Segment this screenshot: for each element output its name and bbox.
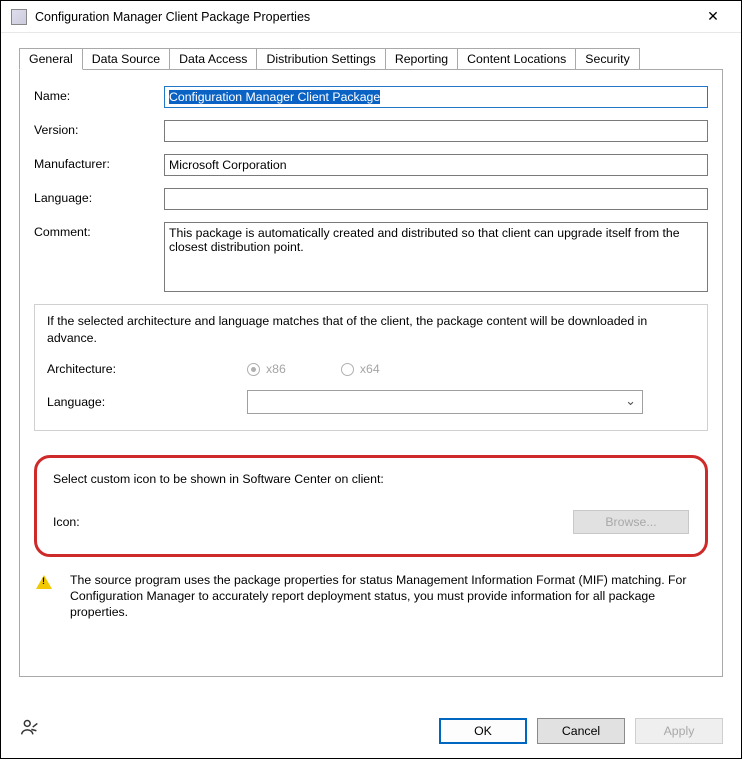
icon-label: Icon: <box>53 515 183 529</box>
tab-reporting[interactable]: Reporting <box>385 48 458 69</box>
name-label: Name: <box>34 86 164 103</box>
radio-x64: x64 <box>341 362 380 376</box>
close-button[interactable]: ✕ <box>693 3 733 31</box>
icon-section: Select custom icon to be shown in Softwa… <box>34 455 708 557</box>
architecture-group: If the selected architecture and languag… <box>34 304 708 431</box>
tab-content-locations[interactable]: Content Locations <box>457 48 576 69</box>
version-input[interactable] <box>164 120 708 142</box>
warning-text: The source program uses the package prop… <box>70 573 708 621</box>
manufacturer-label: Manufacturer: <box>34 154 164 171</box>
tab-panel-general: Name: Configuration Manager Client Packa… <box>19 69 723 677</box>
tab-security[interactable]: Security <box>575 48 639 69</box>
window-title: Configuration Manager Client Package Pro… <box>35 10 693 24</box>
browse-button: Browse... <box>573 510 689 534</box>
architecture-note: If the selected architecture and languag… <box>47 313 695 346</box>
radio-x86-label: x86 <box>266 362 286 376</box>
tab-distribution-settings[interactable]: Distribution Settings <box>256 48 385 69</box>
app-icon <box>11 9 27 25</box>
tab-data-source[interactable]: Data Source <box>82 48 170 69</box>
arch-language-dropdown[interactable] <box>247 390 643 414</box>
manufacturer-input[interactable] <box>164 154 708 176</box>
cancel-button[interactable]: Cancel <box>537 718 625 744</box>
radio-x64-label: x64 <box>360 362 380 376</box>
tab-data-access[interactable]: Data Access <box>169 48 257 69</box>
tab-general[interactable]: General <box>19 48 83 70</box>
radio-x86: x86 <box>247 362 286 376</box>
comment-textarea[interactable]: This package is automatically created an… <box>164 222 708 292</box>
ok-button[interactable]: OK <box>439 718 527 744</box>
warning-icon <box>36 575 52 589</box>
arch-language-label: Language: <box>47 395 247 409</box>
apply-button: Apply <box>635 718 723 744</box>
name-input[interactable]: Configuration Manager Client Package <box>164 86 708 108</box>
language-input[interactable] <box>164 188 708 210</box>
tab-strip: General Data Source Data Access Distribu… <box>19 45 723 69</box>
architecture-label: Architecture: <box>47 362 247 376</box>
bottom-bar: OK Cancel Apply <box>1 704 741 758</box>
language-label: Language: <box>34 188 164 205</box>
icon-section-heading: Select custom icon to be shown in Softwa… <box>53 472 689 486</box>
comment-label: Comment: <box>34 222 164 239</box>
titlebar: Configuration Manager Client Package Pro… <box>1 1 741 33</box>
version-label: Version: <box>34 120 164 137</box>
user-icon[interactable] <box>19 717 43 745</box>
